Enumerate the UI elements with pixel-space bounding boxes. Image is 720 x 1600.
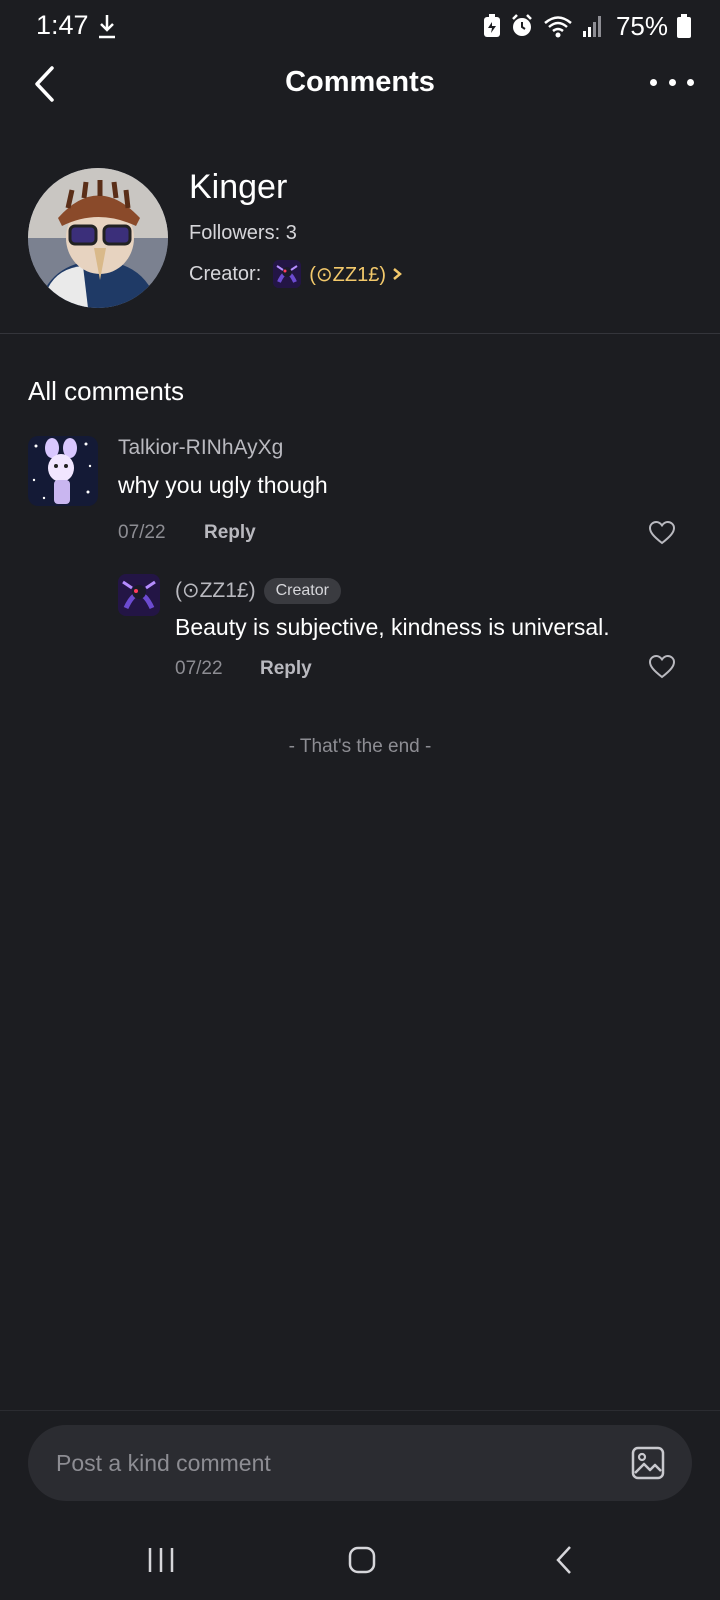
image-icon[interactable] xyxy=(630,1445,666,1481)
creator-avatar[interactable] xyxy=(273,260,302,288)
home-icon xyxy=(348,1546,376,1574)
nav-back-button[interactable] xyxy=(534,1540,594,1580)
creator-row: Creator: (⊙ZZ1£) xyxy=(189,260,402,288)
alarm-icon xyxy=(512,14,532,36)
reply-button[interactable]: Reply xyxy=(260,658,312,680)
commenter-avatar[interactable] xyxy=(28,436,98,506)
heart-icon[interactable] xyxy=(648,654,676,680)
commenter-name[interactable]: (⊙ZZ1£) xyxy=(175,579,256,602)
app-header: Comments xyxy=(0,52,720,116)
end-of-list-text: - That's the end - xyxy=(288,736,432,757)
chevron-right-icon xyxy=(393,268,402,280)
character-name: Kinger xyxy=(189,168,288,206)
download-icon xyxy=(99,15,115,39)
reply-comment-item: (⊙ZZ1£) Creator Beauty is subjective, kin… xyxy=(118,574,692,684)
comment-text: Beauty is subjective, kindness is univer… xyxy=(175,614,610,640)
battery-percent: 75% xyxy=(615,10,668,41)
comment-input-container xyxy=(28,1425,692,1501)
creator-label: Creator: xyxy=(189,262,262,285)
comment-input[interactable] xyxy=(56,1425,596,1501)
reply-button[interactable]: Reply xyxy=(204,522,256,544)
more-options-button[interactable] xyxy=(650,70,694,94)
status-icons: 75% xyxy=(482,10,692,42)
character-profile: Kinger Followers: 3 Creator: (⊙ZZ1£) xyxy=(0,160,720,330)
creator-badge: Creator xyxy=(263,578,341,605)
divider xyxy=(0,333,720,334)
system-nav-bar xyxy=(0,1520,720,1600)
commenter-avatar[interactable] xyxy=(118,574,160,616)
commenter-name-row: (⊙ZZ1£) Creator xyxy=(175,578,341,605)
comment-input-bar xyxy=(0,1410,720,1520)
commenter-name[interactable]: Talkior-RINhAyXg xyxy=(118,436,283,460)
recent-apps-icon xyxy=(148,1548,174,1572)
profile-avatar[interactable] xyxy=(28,168,168,308)
more-icon xyxy=(650,78,657,86)
battery-saver-icon xyxy=(483,14,500,37)
comment-text: why you ugly though xyxy=(118,472,328,498)
page-title: Comments xyxy=(285,66,435,98)
comment-item: Talkior-RINhAyXg why you ugly though 07/… xyxy=(28,436,692,556)
section-title: All comments xyxy=(28,376,185,406)
status-time: 1:47 xyxy=(36,10,89,40)
creator-name: (⊙ZZ1£) xyxy=(309,263,387,286)
comment-date: 07/22 xyxy=(175,658,223,679)
signal-icon xyxy=(582,16,601,37)
wifi-icon xyxy=(544,16,572,38)
heart-icon[interactable] xyxy=(648,520,676,546)
home-button[interactable] xyxy=(332,1540,392,1580)
status-bar: 1:47 75% xyxy=(0,0,720,52)
followers-count: Followers: 3 xyxy=(189,222,297,244)
battery-icon xyxy=(677,14,691,38)
comment-date: 07/22 xyxy=(118,522,166,543)
recent-apps-button[interactable] xyxy=(131,1540,191,1580)
nav-back-icon xyxy=(556,1546,571,1574)
creator-link[interactable]: (⊙ZZ1£) xyxy=(309,262,402,287)
